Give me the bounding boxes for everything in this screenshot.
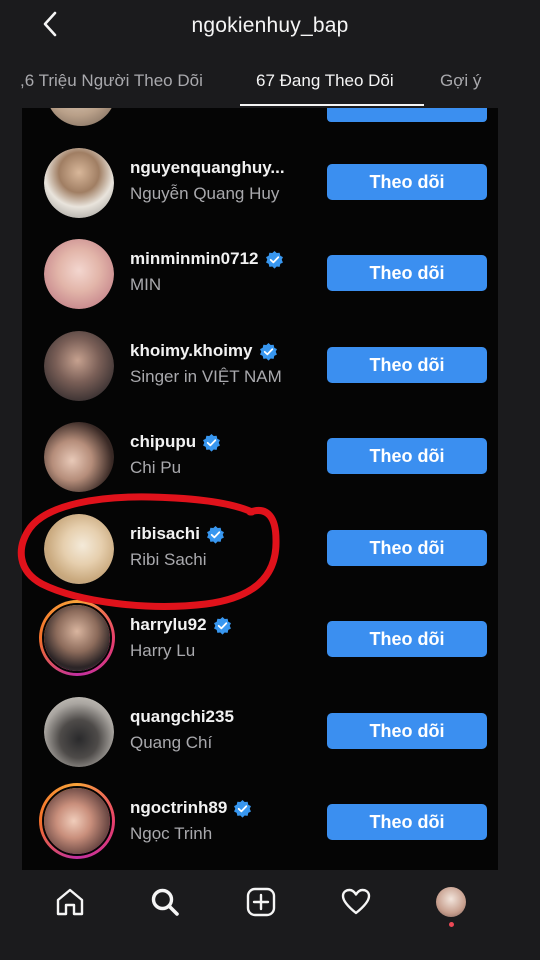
username[interactable]: ribisachi xyxy=(130,524,225,544)
avatar-story-ring[interactable] xyxy=(39,783,115,859)
list-item[interactable]: minminmin0712 MIN Theo dõi xyxy=(22,229,498,319)
follow-button[interactable]: Theo dõi xyxy=(327,530,487,566)
follow-button[interactable] xyxy=(327,108,487,122)
nav-activity[interactable] xyxy=(336,882,376,922)
profile-avatar xyxy=(436,887,466,917)
nav-home[interactable] xyxy=(50,882,90,922)
nav-search[interactable] xyxy=(145,882,185,922)
heart-icon xyxy=(341,888,371,915)
username[interactable]: chipupu xyxy=(130,432,221,452)
list-item[interactable]: quangchi235 Quang Chí Theo dõi xyxy=(22,687,498,777)
full-name: Ribi Sachi xyxy=(130,550,207,569)
avatar[interactable] xyxy=(44,422,114,492)
follow-button[interactable]: Theo dõi xyxy=(327,255,487,291)
page-title: ngokienhuy_bap xyxy=(191,14,349,37)
following-list[interactable]: nguyenquanghuy... Nguyễn Quang Huy Theo … xyxy=(22,108,498,870)
list-item[interactable]: khoimy.khoimy Singer in VIỆT NAM Theo dõ… xyxy=(22,321,498,411)
follow-button[interactable]: Theo dõi xyxy=(327,347,487,383)
username[interactable]: harrylu92 xyxy=(130,615,232,635)
active-tab-indicator xyxy=(240,104,424,106)
verified-badge-icon xyxy=(259,342,277,361)
avatar[interactable] xyxy=(44,697,114,767)
avatar-story-ring[interactable] xyxy=(39,600,115,676)
username[interactable]: quangchi235 xyxy=(130,707,234,727)
tab-bar: ,6 Triệu Người Theo Dõi 67 Đang Theo Dõi… xyxy=(0,58,540,108)
follow-button[interactable]: Theo dõi xyxy=(327,621,487,657)
username[interactable]: khoimy.khoimy xyxy=(130,341,278,361)
follow-button[interactable]: Theo dõi xyxy=(327,438,487,474)
follow-button[interactable]: Theo dõi xyxy=(327,713,487,749)
avatar[interactable] xyxy=(44,239,114,309)
tab-followers[interactable]: ,6 Triệu Người Theo Dõi xyxy=(20,58,203,106)
avatar[interactable] xyxy=(44,514,114,584)
verified-badge-icon xyxy=(213,616,231,635)
list-item[interactable]: nguyenquanghuy... Nguyễn Quang Huy Theo … xyxy=(22,138,498,228)
username[interactable]: minminmin0712 xyxy=(130,249,284,269)
avatar[interactable] xyxy=(44,331,114,401)
follow-button[interactable]: Theo dõi xyxy=(327,804,487,840)
verified-badge-icon xyxy=(234,799,252,818)
nav-profile[interactable] xyxy=(431,882,471,927)
full-name: Chi Pu xyxy=(130,458,182,477)
full-name: Nguyễn Quang Huy xyxy=(130,184,280,203)
home-icon xyxy=(56,888,84,916)
full-name: Quang Chí xyxy=(130,733,213,752)
app-screen: ngokienhuy_bap ,6 Triệu Người Theo Dõi 6… xyxy=(0,0,540,960)
username[interactable]: nguyenquanghuy... xyxy=(130,158,285,178)
nav-create[interactable] xyxy=(241,882,281,922)
full-name: Singer in VIỆT NAM xyxy=(130,367,282,386)
full-name: MIN xyxy=(130,275,162,294)
username[interactable]: ngoctrinh89 xyxy=(130,798,252,818)
avatar[interactable] xyxy=(44,148,114,218)
full-name: Ngọc Trinh xyxy=(130,824,213,843)
verified-badge-icon xyxy=(265,250,283,269)
list-item[interactable]: chipupu Chi Pu Theo dõi xyxy=(22,412,498,502)
plus-square-icon xyxy=(246,887,276,917)
full-name: Harry Lu xyxy=(130,641,196,660)
verified-badge-icon xyxy=(203,433,221,452)
tab-suggestions[interactable]: Gợi ý xyxy=(440,58,481,106)
search-icon xyxy=(151,888,179,916)
tab-following[interactable]: 67 Đang Theo Dõi xyxy=(256,58,394,106)
list-item[interactable]: ribisachi Ribi Sachi Theo dõi xyxy=(22,504,498,594)
list-item[interactable]: ngoctrinh89 Ngọc Trinh Theo dõi xyxy=(22,778,498,868)
verified-badge-icon xyxy=(206,525,224,544)
follow-button[interactable]: Theo dõi xyxy=(327,164,487,200)
notification-dot xyxy=(449,922,454,927)
header: ngokienhuy_bap xyxy=(0,0,540,52)
list-item[interactable]: harrylu92 Harry Lu Theo dõi xyxy=(22,595,498,685)
avatar[interactable] xyxy=(46,108,116,126)
bottom-nav xyxy=(0,870,540,960)
